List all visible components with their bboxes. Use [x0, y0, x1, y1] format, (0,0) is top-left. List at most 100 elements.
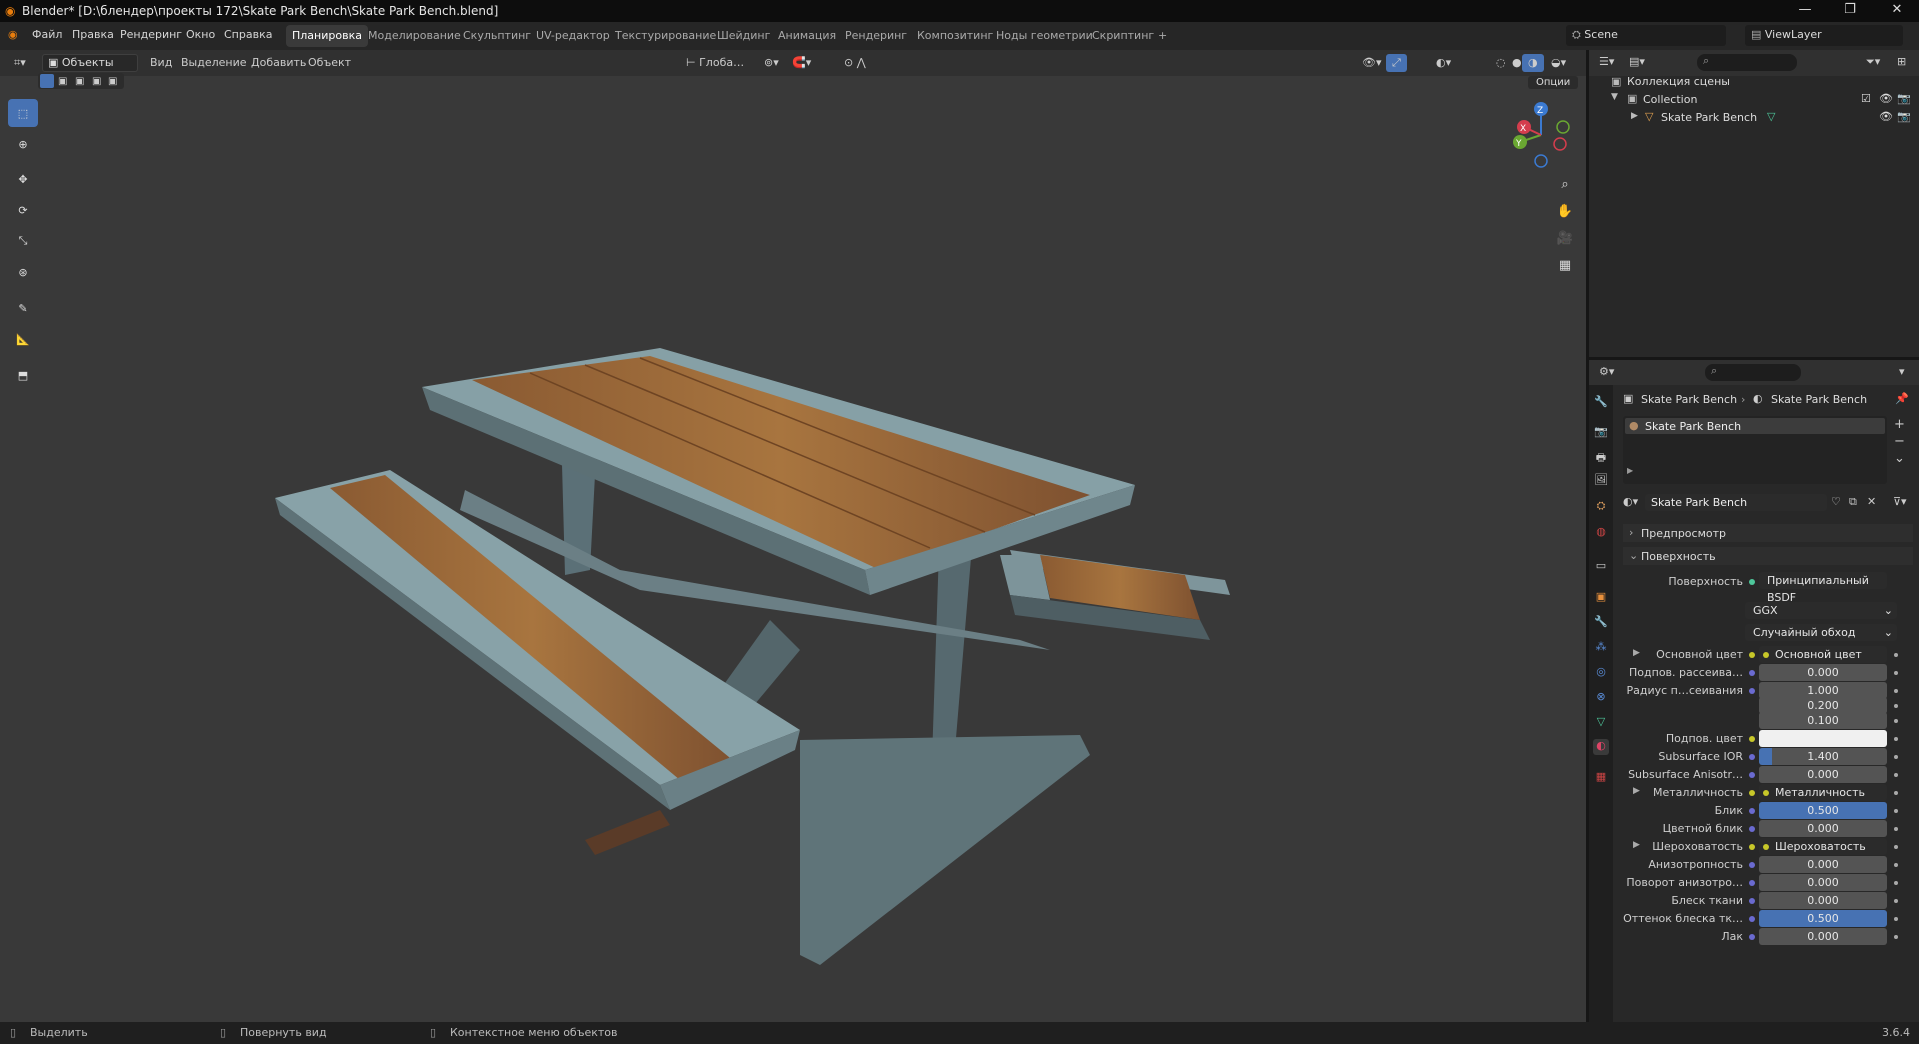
material-shading-icon[interactable]: ◑	[1522, 54, 1544, 72]
outliner-row-scene-collection[interactable]: ▣ Коллекция сцены	[1589, 70, 1919, 88]
object-tab-icon[interactable]: ▣	[1593, 590, 1609, 606]
workspace-tab-shading[interactable]: Шейдинг	[711, 25, 776, 47]
viewport-menu-object[interactable]: Объект	[302, 54, 357, 72]
transform-orientation-selector[interactable]: ⊢ Глоба…	[680, 54, 750, 72]
input-socket-icon[interactable]	[1749, 934, 1755, 940]
render-tab-icon[interactable]: 📷	[1593, 425, 1609, 441]
panel-surface[interactable]: ⌄ Поверхность	[1623, 547, 1913, 565]
panel-preview[interactable]: › Предпросмотр	[1623, 524, 1913, 542]
linked-input-field[interactable]: Шероховатость	[1759, 838, 1887, 855]
viewport-menu-select[interactable]: Выделение	[175, 54, 253, 72]
keyframe-dot-icon[interactable]	[1894, 899, 1898, 903]
keyframe-dot-icon[interactable]	[1894, 845, 1898, 849]
workspace-tab-modeling[interactable]: Моделирование	[362, 25, 467, 47]
workspace-tab-animation[interactable]: Анимация	[772, 25, 842, 47]
keyframe-dot-icon[interactable]	[1894, 827, 1898, 831]
display-mode-icon[interactable]: ▤▾	[1629, 55, 1645, 68]
particles-tab-icon[interactable]: ⁂	[1593, 640, 1609, 656]
material-tab-icon[interactable]: ◐	[1593, 739, 1609, 755]
properties-search-input[interactable]: ⌕	[1705, 364, 1801, 381]
subsurface-method-select[interactable]: Случайный обход ⌄	[1745, 624, 1897, 641]
filter-icon[interactable]: ⏷▾	[1866, 55, 1880, 69]
input-socket-icon[interactable]	[1749, 652, 1755, 658]
render-camera-icon[interactable]: 📷	[1897, 110, 1911, 123]
mode-selector[interactable]: ▣ Объекты	[42, 54, 138, 72]
output-tab-icon[interactable]: 🖶	[1593, 449, 1609, 465]
options-button[interactable]: Опции	[1528, 76, 1579, 89]
blender-menu-icon[interactable]: ◉	[8, 28, 18, 41]
eye-icon[interactable]: 👁	[1879, 92, 1893, 105]
rotate-tool-icon[interactable]: ⟳	[8, 196, 38, 224]
select-new-icon[interactable]	[40, 74, 54, 88]
material-slot-row[interactable]: ● Skate Park Bench	[1625, 418, 1885, 434]
properties-editor-icon[interactable]: ⚙▾	[1599, 365, 1614, 378]
menu-edit[interactable]: Правка	[72, 28, 114, 41]
workspace-tab-geometry-nodes[interactable]: Ноды геометрии	[990, 25, 1099, 47]
remove-slot-icon[interactable]: −	[1894, 433, 1905, 450]
numeric-slider-field[interactable]: 0.500	[1759, 910, 1887, 927]
expand-arrow-icon[interactable]: ▶	[1633, 648, 1640, 658]
color-swatch[interactable]	[1759, 730, 1887, 747]
input-socket-icon[interactable]	[1749, 808, 1755, 814]
numeric-slider-field[interactable]: 1.400	[1759, 748, 1887, 765]
workspace-tab-rendering[interactable]: Рендеринг	[839, 25, 913, 47]
surface-shader-field[interactable]: Принципиальный BSDF	[1759, 572, 1887, 604]
properties-options-icon[interactable]: ▾	[1899, 365, 1905, 378]
gizmo-toggle-icon[interactable]: ⤢	[1386, 54, 1407, 72]
keyframe-dot-icon[interactable]	[1894, 809, 1898, 813]
cursor-tool-icon[interactable]: ⊕	[8, 130, 38, 158]
select-invert-icon[interactable]: ▣	[92, 76, 101, 87]
add-cube-tool-icon[interactable]: ⬒	[8, 361, 38, 389]
keyframe-dot-icon[interactable]	[1894, 671, 1898, 675]
input-socket-icon[interactable]	[1749, 688, 1755, 694]
outliner-row-collection[interactable]: ▼ ▣ Collection ☑ 👁 📷	[1589, 88, 1919, 106]
outliner-editor-icon[interactable]: ☰▾	[1599, 55, 1614, 68]
workspace-tab-compositing[interactable]: Композитинг	[911, 25, 999, 47]
annotate-tool-icon[interactable]: ✎	[8, 294, 38, 322]
keyframe-dot-icon[interactable]	[1894, 881, 1898, 885]
linked-input-field[interactable]: Основной цвет	[1759, 646, 1887, 663]
numeric-slider-field[interactable]: 0.500	[1759, 802, 1887, 819]
input-socket-icon[interactable]	[1749, 898, 1755, 904]
linked-input-field[interactable]: Металличность	[1759, 784, 1887, 801]
viewport-menu-view[interactable]: Вид	[144, 54, 178, 72]
world-tab-icon[interactable]: ◍	[1593, 525, 1609, 541]
exclude-checkbox-icon[interactable]: ☑	[1861, 92, 1871, 105]
keyframe-dot-icon[interactable]	[1894, 935, 1898, 939]
scale-tool-icon[interactable]: ⤡	[8, 227, 38, 255]
collection-tab-icon[interactable]: ▭	[1593, 559, 1609, 575]
editor-type-icon[interactable]: ⌗▾	[8, 54, 32, 72]
keyframe-dot-icon[interactable]	[1894, 704, 1898, 708]
keyframe-dot-icon[interactable]	[1894, 917, 1898, 921]
expand-arrow-icon[interactable]: ▶	[1627, 466, 1633, 475]
input-socket-icon[interactable]	[1749, 754, 1755, 760]
axis-gizmo[interactable]: Z Y X	[1508, 100, 1574, 170]
select-box-tool-icon[interactable]: ⬚	[8, 99, 38, 127]
input-socket-icon[interactable]	[1749, 670, 1755, 676]
view-layer-tab-icon[interactable]: 🖼	[1593, 473, 1609, 489]
keyframe-dot-icon[interactable]	[1894, 791, 1898, 795]
menu-window[interactable]: Окно	[186, 28, 215, 41]
pivot-point-icon[interactable]: ⊚▾	[758, 54, 785, 72]
expand-arrow-icon[interactable]: ▼	[1611, 92, 1618, 102]
workspace-tab-uv[interactable]: UV-редактор	[530, 25, 616, 47]
select-subtract-icon[interactable]: ▣	[75, 76, 84, 87]
distribution-select[interactable]: GGX ⌄	[1745, 602, 1897, 619]
keyframe-dot-icon[interactable]	[1894, 689, 1898, 693]
texture-tab-icon[interactable]: ▦	[1593, 770, 1609, 786]
scene-selector[interactable]: ⛭ Scene	[1566, 25, 1726, 46]
outliner-search-input[interactable]: ⌕	[1697, 54, 1797, 71]
render-camera-icon[interactable]: 📷	[1897, 92, 1911, 105]
select-extend-icon[interactable]: ▣	[58, 76, 67, 87]
numeric-slider-field[interactable]: 0.000	[1759, 664, 1887, 681]
pan-hand-icon[interactable]: ✋	[1553, 199, 1577, 223]
constraints-tab-icon[interactable]: ⊗	[1593, 690, 1609, 706]
keyframe-dot-icon[interactable]	[1894, 773, 1898, 777]
maximize-button[interactable]: ❐	[1835, 2, 1865, 17]
keyframe-dot-icon[interactable]	[1894, 653, 1898, 657]
input-socket-icon[interactable]	[1749, 790, 1755, 796]
numeric-slider-field[interactable]: 0.000	[1759, 892, 1887, 909]
workspace-tab-texture[interactable]: Текстурирование	[609, 25, 722, 47]
browse-material-icon[interactable]: ◐▾	[1623, 495, 1638, 508]
slot-menu-icon[interactable]: ⌄	[1894, 450, 1905, 467]
